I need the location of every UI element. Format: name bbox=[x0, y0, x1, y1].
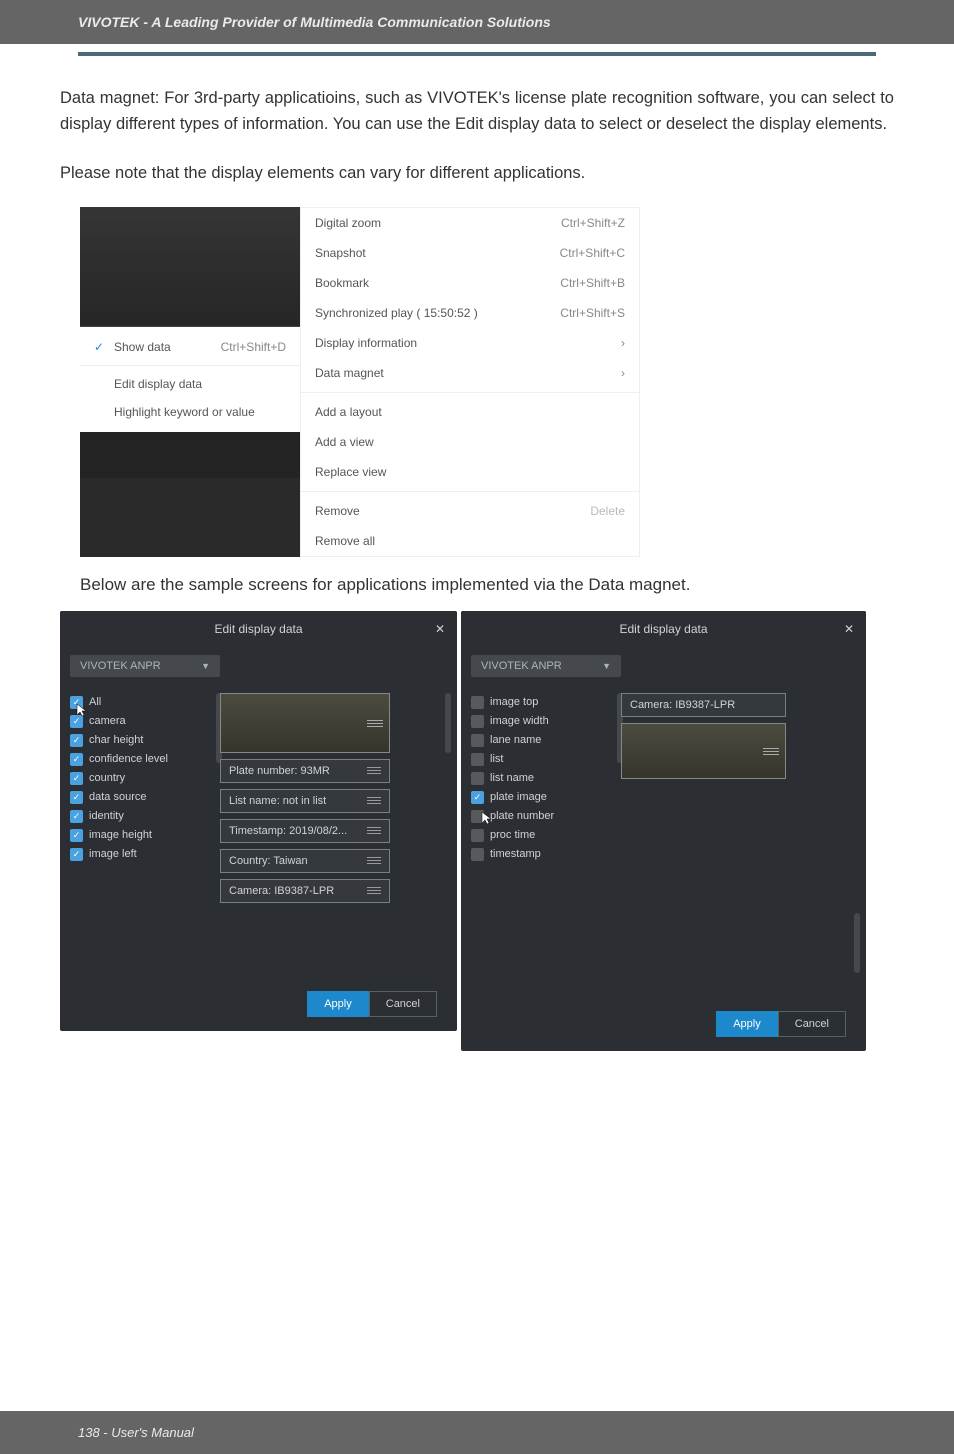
check-all[interactable]: ✓ All bbox=[70, 693, 210, 712]
check-list-name[interactable]: ✓list name bbox=[471, 769, 611, 788]
menu-item-remove-all[interactable]: Remove all bbox=[301, 526, 639, 556]
source-dropdown[interactable]: VIVOTEK ANPR▼ bbox=[70, 655, 220, 677]
field-checklist: ✓image top ✓image width ✓lane name ✓list… bbox=[471, 693, 611, 1003]
menu-item-data-magnet[interactable]: Data magnet› bbox=[301, 358, 639, 388]
check-image-width[interactable]: ✓image width bbox=[471, 712, 611, 731]
preview-scrollbar[interactable] bbox=[854, 913, 860, 973]
drag-handle-icon bbox=[367, 718, 383, 728]
close-icon[interactable]: ✕ bbox=[844, 622, 854, 636]
menu-label: Highlight keyword or value bbox=[114, 405, 255, 419]
edit-display-dialogs-screenshot: Edit display data ✕ VIVOTEK ANPR▼ ✓ All bbox=[60, 611, 894, 1051]
check-lane-name[interactable]: ✓lane name bbox=[471, 731, 611, 750]
drag-handle-icon bbox=[367, 765, 381, 776]
check-image-left[interactable]: ✓image left bbox=[70, 845, 210, 864]
chip-camera[interactable]: Camera: IB9387-LPR bbox=[621, 693, 786, 717]
edit-display-data-dialog-a: Edit display data ✕ VIVOTEK ANPR▼ ✓ All bbox=[60, 611, 457, 1031]
dialog-title: Edit display data bbox=[214, 622, 302, 636]
menu-item-add-view[interactable]: Add a view bbox=[301, 427, 639, 457]
chip-list-name[interactable]: List name: not in list bbox=[220, 789, 390, 813]
close-icon[interactable]: ✕ bbox=[435, 622, 445, 636]
chip-country[interactable]: Country: Taiwan bbox=[220, 849, 390, 873]
check-confidence-level[interactable]: ✓confidence level bbox=[70, 750, 210, 769]
menu-item-highlight[interactable]: Highlight keyword or value bbox=[80, 398, 300, 426]
menu-label: Show data bbox=[114, 340, 171, 354]
field-checklist: ✓ All ✓camera ✓char height ✓confidence l… bbox=[70, 693, 210, 983]
preview-pane: Camera: IB9387-LPR bbox=[621, 693, 856, 1003]
menu-item-bookmark[interactable]: BookmarkCtrl+Shift+B bbox=[301, 268, 639, 298]
plate-image-preview[interactable] bbox=[621, 723, 786, 779]
chip-timestamp[interactable]: Timestamp: 2019/08/2... bbox=[220, 819, 390, 843]
paragraph-2: Please note that the display elements ca… bbox=[60, 161, 894, 187]
check-data-source[interactable]: ✓data source bbox=[70, 788, 210, 807]
cancel-button[interactable]: Cancel bbox=[778, 1011, 846, 1037]
menu-item-remove[interactable]: RemoveDelete bbox=[301, 496, 639, 526]
plate-image-preview[interactable] bbox=[220, 693, 390, 753]
check-image-top[interactable]: ✓image top bbox=[471, 693, 611, 712]
menu-item-show-data[interactable]: ✓ Show data Ctrl+Shift+D bbox=[80, 333, 300, 361]
menu-item-replace-view[interactable]: Replace view bbox=[301, 457, 639, 487]
menu-item-add-layout[interactable]: Add a layout bbox=[301, 397, 639, 427]
data-magnet-submenu: ✓ Show data Ctrl+Shift+D Edit display da… bbox=[80, 327, 300, 432]
cursor-icon bbox=[481, 811, 493, 825]
chevron-right-icon: › bbox=[621, 366, 625, 380]
check-plate-number[interactable]: ✓ plate number bbox=[471, 807, 611, 826]
check-timestamp[interactable]: ✓timestamp bbox=[471, 845, 611, 864]
chevron-right-icon: › bbox=[621, 336, 625, 350]
edit-display-data-dialog-b: Edit display data ✕ VIVOTEK ANPR▼ ✓image… bbox=[461, 611, 866, 1051]
check-list[interactable]: ✓list bbox=[471, 750, 611, 769]
menu-item-digital-zoom[interactable]: Digital zoomCtrl+Shift+Z bbox=[301, 208, 639, 238]
preview-pane: Plate number: 93MR List name: not in lis… bbox=[220, 693, 447, 983]
chip-camera[interactable]: Camera: IB9387-LPR bbox=[220, 879, 390, 903]
check-plate-image[interactable]: ✓plate image bbox=[471, 788, 611, 807]
chip-plate-number[interactable]: Plate number: 93MR bbox=[220, 759, 390, 783]
menu-item-sync-play[interactable]: Synchronized play ( 15:50:52 )Ctrl+Shift… bbox=[301, 298, 639, 328]
apply-button[interactable]: Apply bbox=[307, 991, 369, 1017]
check-char-height[interactable]: ✓char height bbox=[70, 731, 210, 750]
paragraph-1: Data magnet: For 3rd-party applicatioins… bbox=[60, 86, 894, 137]
menu-item-snapshot[interactable]: SnapshotCtrl+Shift+C bbox=[301, 238, 639, 268]
document-header: VIVOTEK - A Leading Provider of Multimed… bbox=[0, 0, 954, 44]
check-camera[interactable]: ✓camera bbox=[70, 712, 210, 731]
menu-item-edit-display-data[interactable]: Edit display data bbox=[80, 370, 300, 398]
context-menu: Digital zoomCtrl+Shift+Z SnapshotCtrl+Sh… bbox=[300, 207, 640, 557]
check-country[interactable]: ✓country bbox=[70, 769, 210, 788]
menu-item-display-info[interactable]: Display information› bbox=[301, 328, 639, 358]
check-icon: ✓ bbox=[94, 340, 106, 354]
caption-text: Below are the sample screens for applica… bbox=[80, 575, 894, 595]
dialog-title: Edit display data bbox=[619, 622, 707, 636]
context-menu-screenshot: ✓ Show data Ctrl+Shift+D Edit display da… bbox=[80, 207, 640, 557]
document-footer: 138 - User's Manual bbox=[0, 1411, 954, 1454]
drag-handle-icon bbox=[763, 746, 779, 756]
preview-scrollbar[interactable] bbox=[445, 693, 451, 753]
check-image-height[interactable]: ✓image height bbox=[70, 826, 210, 845]
source-dropdown[interactable]: VIVOTEK ANPR▼ bbox=[471, 655, 621, 677]
check-identity[interactable]: ✓identity bbox=[70, 807, 210, 826]
video-thumbnail bbox=[80, 207, 300, 327]
cancel-button[interactable]: Cancel bbox=[369, 991, 437, 1017]
caret-down-icon: ▼ bbox=[602, 661, 611, 671]
check-proc-time[interactable]: ✓proc time bbox=[471, 826, 611, 845]
caret-down-icon: ▼ bbox=[201, 661, 210, 671]
apply-button[interactable]: Apply bbox=[716, 1011, 778, 1037]
shortcut: Ctrl+Shift+D bbox=[221, 340, 286, 354]
menu-label: Edit display data bbox=[114, 377, 202, 391]
cursor-icon bbox=[76, 703, 88, 717]
